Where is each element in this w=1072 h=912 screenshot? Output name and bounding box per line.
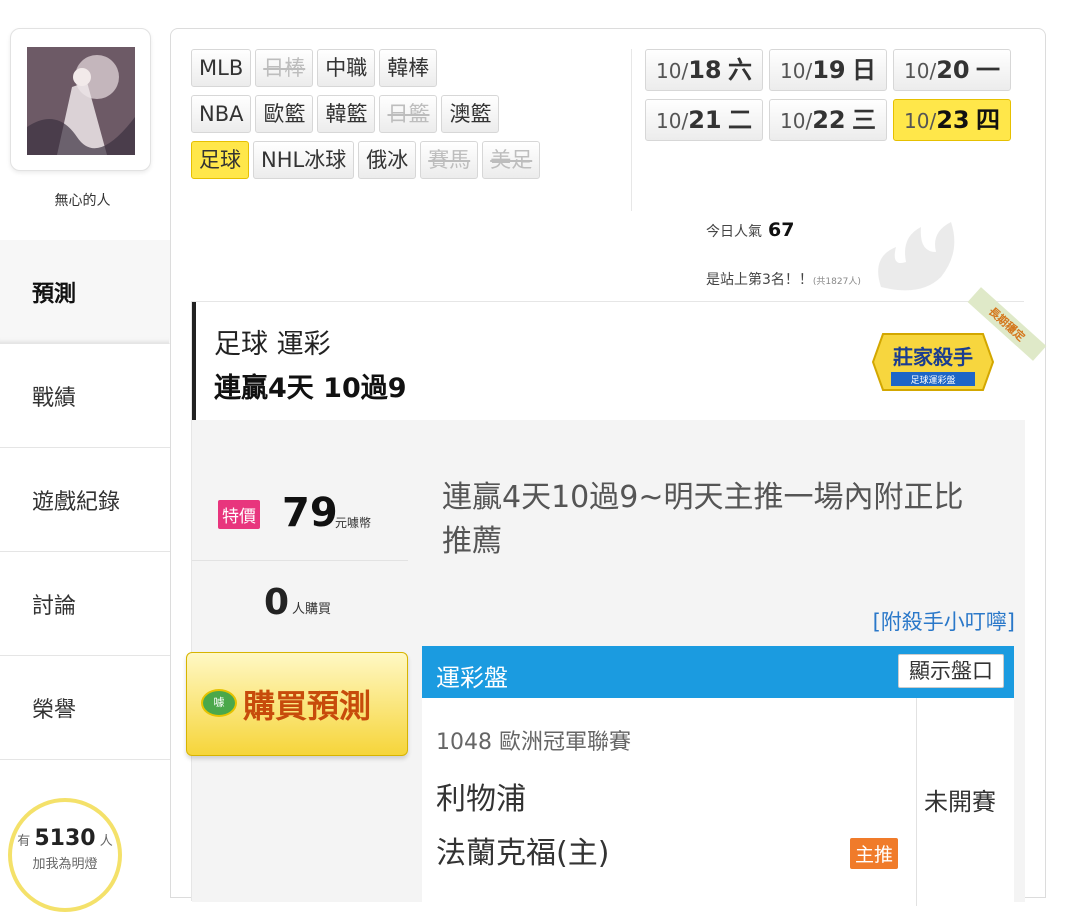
odds-table: 運彩盤 顯示盤口 1048 歐洲冠軍聯賽 利物浦 法蘭克福(主) 主推 未開賽 bbox=[422, 646, 1014, 906]
rank-total: (共1827人) bbox=[812, 277, 861, 287]
fans-suffix: 人 bbox=[99, 834, 113, 849]
sport-nba[interactable]: NBA bbox=[191, 95, 252, 133]
rank-text: 是站上第3名！！ bbox=[706, 272, 813, 288]
prediction-body: 特價 79 元噱幣 0 人購買 連贏4天10過9~明天主推一場內附正比推薦 [附… bbox=[186, 420, 1025, 906]
date-1021[interactable]: 10/21 二 bbox=[645, 99, 763, 141]
date-1019[interactable]: 10/19 日 bbox=[769, 49, 887, 91]
odds-table-header: 運彩盤 顯示盤口 bbox=[422, 646, 1014, 698]
sport-nhl[interactable]: NHL冰球 bbox=[253, 141, 355, 179]
date-1023[interactable]: 10/23 四 bbox=[893, 99, 1011, 141]
prediction-streak: 連贏4天 10過9 bbox=[214, 373, 407, 404]
buyer-label: 人購買 bbox=[292, 602, 332, 617]
prediction-category: 足球 運彩 bbox=[214, 329, 331, 360]
buyer-count: 0 bbox=[264, 582, 290, 623]
sport-khl[interactable]: 俄冰 bbox=[358, 141, 417, 179]
show-odds-button[interactable]: 顯示盤口 bbox=[898, 654, 1004, 688]
flame-watermark-icon bbox=[878, 222, 955, 291]
team-away: 利物浦 bbox=[436, 782, 526, 817]
match-status: 未開賽 bbox=[924, 788, 996, 816]
bookmaker-killer-badge-icon: 莊家殺手 足球運彩盤 bbox=[871, 333, 995, 391]
buy-prediction-button[interactable]: 噱 購買預測 bbox=[186, 652, 408, 756]
match-league: 1048 歐洲冠軍聯賽 bbox=[436, 730, 631, 755]
date-1022[interactable]: 10/22 三 bbox=[769, 99, 887, 141]
date-picker: 10/18 六 10/19 日 10/20 一 10/21 二 10/22 三 10/2… bbox=[645, 49, 1025, 149]
nav-item-game-log[interactable]: 遊戲紀錄 bbox=[0, 448, 170, 552]
table-column-divider bbox=[916, 698, 917, 906]
svg-text:莊家殺手: 莊家殺手 bbox=[893, 345, 973, 369]
table-row: 1048 歐洲冠軍聯賽 利物浦 法蘭克福(主) 主推 未開賽 bbox=[422, 698, 1014, 906]
price-box: 特價 79 元噱幣 bbox=[192, 420, 408, 538]
fans-prefix: 有 bbox=[17, 834, 31, 849]
date-1018[interactable]: 10/18 六 bbox=[645, 49, 763, 91]
sport-soccer[interactable]: 足球 bbox=[191, 141, 249, 179]
follow-caption: 加我為明燈 bbox=[32, 857, 98, 872]
popularity-stat: 今日人氣 67 bbox=[706, 219, 794, 241]
sport-kr-basketball[interactable]: 韓籃 bbox=[317, 95, 376, 133]
fans-count: 5130 bbox=[34, 826, 96, 851]
sport-au-basketball[interactable]: 澳籃 bbox=[441, 95, 500, 133]
prediction-card: 足球 運彩 連贏4天 10過9 莊家殺手 足球運彩盤 長期穩定 特價 79 元噱… bbox=[186, 287, 1047, 906]
price-currency: 元噱幣 bbox=[335, 516, 372, 530]
side-nav: 預測 戰績 遊戲紀錄 討論 榮譽 bbox=[0, 240, 170, 760]
sport-kbo[interactable]: 韓棒 bbox=[379, 49, 438, 87]
popularity-label: 今日人氣 bbox=[706, 224, 762, 240]
avatar[interactable] bbox=[27, 47, 135, 155]
popularity-value: 67 bbox=[768, 219, 795, 241]
buy-prediction-label: 購買預測 bbox=[243, 687, 372, 725]
nav-item-record[interactable]: 戰績 bbox=[0, 344, 170, 448]
sport-jp-baseball: 日棒 bbox=[255, 49, 314, 87]
filter-divider bbox=[631, 49, 632, 211]
special-price-tag: 特價 bbox=[218, 500, 260, 529]
svg-text:足球運彩盤: 足球運彩盤 bbox=[910, 374, 955, 386]
prediction-description: 連贏4天10過9~明天主推一場內附正比推薦 bbox=[442, 480, 964, 559]
sport-nfl: 美足 bbox=[482, 141, 541, 179]
price-divider bbox=[192, 560, 408, 561]
prediction-header: 足球 運彩 連贏4天 10過9 莊家殺手 足球運彩盤 長期穩定 bbox=[192, 287, 1047, 420]
odds-table-title: 運彩盤 bbox=[436, 664, 508, 692]
nav-item-discussion[interactable]: 討論 bbox=[0, 552, 170, 656]
rank-stat: 是站上第3名！！(共1827人) bbox=[706, 269, 861, 289]
sport-jp-basketball: 日籃 bbox=[379, 95, 438, 133]
nav-item-predict[interactable]: 預測 bbox=[0, 240, 170, 344]
avatar-card[interactable] bbox=[10, 28, 151, 171]
username: 無心的人 bbox=[54, 193, 111, 209]
avatar-artwork-icon bbox=[27, 47, 135, 155]
coin-icon: 噱 bbox=[201, 689, 237, 717]
killer-tips-link[interactable]: [附殺手小叮嚀] bbox=[873, 606, 1015, 636]
sport-filter: MLB 日棒 中職 韓棒 NBA 歐籃 韓籃 日籃 澳籃 足球 NHL冰球 俄冰 賽馬 美足 bbox=[191, 49, 621, 187]
sport-horse-racing: 賽馬 bbox=[420, 141, 479, 179]
nav-item-honor[interactable]: 榮譽 bbox=[0, 656, 170, 760]
main-pick-badge: 主推 bbox=[850, 838, 899, 869]
team-home: 法蘭克福(主) bbox=[436, 836, 610, 871]
main-panel: MLB 日棒 中職 韓棒 NBA 歐籃 韓籃 日籃 澳籃 足球 NHL冰球 俄冰 賽馬 美足 10/1… bbox=[170, 28, 1047, 906]
sport-cpbl[interactable]: 中職 bbox=[317, 49, 376, 87]
sport-mlb[interactable]: MLB bbox=[191, 49, 252, 87]
date-1020[interactable]: 10/20 一 bbox=[893, 49, 1011, 91]
sidebar: 無心的人 預測 戰績 遊戲紀錄 討論 榮譽 有 5130 人 加我為明燈 bbox=[0, 0, 170, 912]
follow-circle[interactable]: 有 5130 人 加我為明燈 bbox=[8, 798, 122, 912]
price-value: 79 bbox=[282, 490, 338, 536]
sport-euro-basketball[interactable]: 歐籃 bbox=[255, 95, 314, 133]
